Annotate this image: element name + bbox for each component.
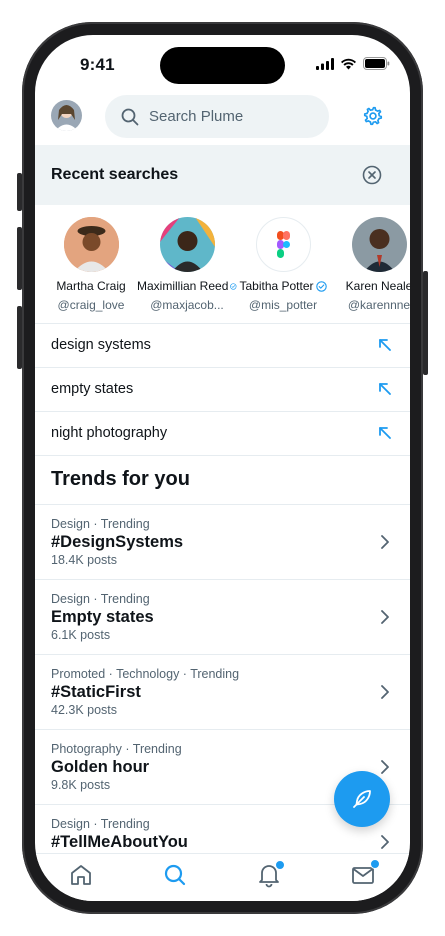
settings-button[interactable] [362,105,384,127]
tab-home[interactable] [68,862,96,890]
trend-item[interactable]: Promoted · Technology · Trending #Static… [35,654,410,729]
profile-handle: @karennne [347,298,410,312]
message-badge [370,859,380,869]
power-button [423,271,428,375]
trend-post-count: 18.4K posts [51,553,118,567]
recent-searches-title: Recent searches [51,166,179,183]
trend-category: Design · Trending [51,817,150,831]
chevron-right-icon [381,760,389,774]
verified-badge-icon [315,280,327,292]
chevron-right-icon [381,535,389,549]
profile-name: Tabitha Potter [239,279,314,293]
trend-item[interactable]: Design · Trending #DesignSystems 18.4K p… [35,504,410,579]
profile-name: Maximillian Reed [137,279,229,293]
trends-title: Trends for you [51,468,190,490]
trend-category: Design · Trending [51,592,150,606]
trend-category: Design · Trending [51,517,150,531]
compose-button[interactable] [334,771,390,827]
chevron-right-icon [381,685,389,699]
dynamic-island [160,47,285,84]
search-bar[interactable] [105,95,329,138]
profile-name: Martha Craig [56,279,126,293]
notification-badge [275,860,285,870]
close-circle-icon [362,165,382,185]
chevron-right-icon [381,835,389,849]
trend-name: #StaticFirst [51,683,141,701]
recent-search-row[interactable]: night photography [35,411,410,455]
user-avatar[interactable] [51,100,82,131]
trend-post-count: 42.3K posts [51,703,118,717]
search-icon [164,864,186,886]
search-input[interactable] [147,107,311,126]
trend-name: #TellMeAboutYou [51,833,188,851]
gear-icon [363,106,383,126]
profile-handle: @craig_love [57,298,125,312]
recent-search-text: design systems [51,337,151,353]
trend-name: Empty states [51,608,154,626]
recent-search-text: empty states [51,381,134,397]
battery-icon [363,57,390,70]
tab-search[interactable] [162,862,190,890]
wifi-icon [341,58,356,69]
home-icon [71,865,91,885]
bottom-tab-bar [35,853,410,901]
recent-profile[interactable]: Tabitha Potter @mis_potter [233,217,333,312]
figma-logo-icon [276,231,290,258]
status-time: 9:41 [80,55,115,74]
fill-search-arrow-icon[interactable] [378,382,392,396]
recent-search-text: night photography [51,425,168,441]
trend-name: Golden hour [51,758,150,776]
recent-profiles: Martha Craig @craig_love Maximillian Ree… [35,205,410,323]
divider [35,455,410,456]
fill-search-arrow-icon[interactable] [378,426,392,440]
profile-avatar [255,217,311,272]
recent-profile[interactable]: Martha Craig @craig_love [41,217,141,312]
trend-category: Photography · Trending [51,742,182,756]
trend-name: #DesignSystems [51,533,184,551]
cellular-signal-icon [316,57,334,70]
recent-profile[interactable]: Karen Neale @karennne [329,217,410,312]
trend-post-count: 6.1K posts [51,628,111,642]
search-icon [121,108,139,126]
trend-item[interactable]: Design · Trending Empty states 6.1K post… [35,579,410,654]
clear-recent-button[interactable] [362,165,382,185]
trend-post-count: 9.8K posts [51,778,111,792]
profile-avatar [351,217,407,272]
top-bar [35,93,410,143]
status-bar: 9:41 [35,35,410,91]
app-screen: 9:41 Search Plume Recent searches Martha… [35,35,410,901]
recent-searches-header: Recent searches [35,145,410,205]
tab-notifications[interactable] [256,860,285,890]
profile-avatar [63,217,119,272]
profile-name: Karen Neale [345,279,410,293]
feather-icon [353,790,371,808]
trend-category: Promoted · Technology · Trending [51,667,240,681]
fill-search-arrow-icon[interactable] [378,338,392,352]
chevron-right-icon [381,610,389,624]
recent-search-row[interactable]: empty states [35,367,410,411]
recent-search-row[interactable]: design systems [35,323,410,367]
profile-handle: @maxjacob... [150,298,224,312]
avatar-icon [51,100,82,131]
recent-profile[interactable]: Maximillian Reed @maxjacob... [137,217,237,312]
tab-messages[interactable] [350,859,380,890]
status-icons [316,57,390,70]
profile-avatar [159,217,215,272]
profile-handle: @mis_potter [248,298,318,312]
